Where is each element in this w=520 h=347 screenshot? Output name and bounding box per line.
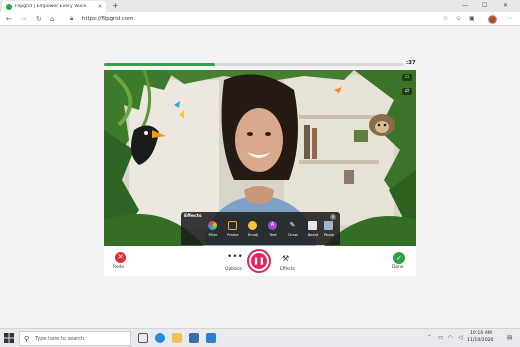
- volume-icon[interactable]: ◁: [458, 334, 462, 342]
- done-label: Done: [392, 265, 404, 270]
- store-icon[interactable]: [189, 333, 199, 343]
- browser-toolbar: ← → ↻ ⌂ 🔒︎ https://flipgrid.com ☆ ✩ ▣ ⋯: [0, 12, 520, 26]
- new-tab-button[interactable]: +: [112, 1, 119, 11]
- effect-label: Photo: [323, 233, 335, 237]
- effect-label: Draw: [288, 233, 298, 237]
- mail-icon[interactable]: [206, 333, 216, 343]
- forward-icon[interactable]: →: [21, 14, 27, 24]
- edge-browser-icon[interactable]: [155, 333, 165, 343]
- effects-panel-title: Effects: [184, 214, 202, 219]
- tab-title: Flipgrid | Empower Every Voice: [15, 4, 87, 9]
- effects-label: Effects: [280, 267, 295, 272]
- effect-label: Frame: [227, 233, 239, 237]
- filter-icon: [208, 221, 217, 230]
- search-placeholder: Type here to search: [35, 336, 85, 342]
- effect-emoji-button[interactable]: Emoji: [245, 221, 261, 241]
- effect-photo-button[interactable]: Photo: [321, 221, 337, 241]
- refresh-icon[interactable]: ↻: [36, 14, 42, 24]
- wifi-icon[interactable]: ◠: [448, 334, 453, 342]
- effect-filter-button[interactable]: Filter: [205, 221, 221, 241]
- options-label: Options: [225, 267, 242, 272]
- recording-progress-fill: [104, 63, 215, 66]
- redo-button[interactable]: ✕: [115, 252, 126, 263]
- tab-close-icon[interactable]: ✕: [98, 4, 102, 10]
- taskbar-search-box[interactable]: ⚲ Type here to search: [19, 331, 131, 346]
- effect-board-button[interactable]: Board: [305, 221, 321, 241]
- home-icon[interactable]: ⌂: [50, 14, 54, 24]
- close-window-button[interactable]: ✕: [503, 2, 508, 10]
- recording-timer: :37: [406, 60, 416, 66]
- effect-label: Text: [269, 233, 277, 237]
- more-menu-icon[interactable]: ⋯: [506, 15, 512, 23]
- emoji-icon: [248, 221, 257, 230]
- collections-icon[interactable]: ▣: [469, 15, 475, 23]
- board-icon: [308, 221, 317, 230]
- frame-icon: [228, 221, 237, 230]
- taskbar-clock-time[interactable]: 10:10 AM: [470, 331, 492, 336]
- profile-avatar[interactable]: [488, 15, 497, 24]
- effects-close-icon[interactable]: ✕: [330, 214, 336, 220]
- favorites-icon[interactable]: ✩: [456, 15, 461, 23]
- address-bar[interactable]: https://flipgrid.com: [82, 16, 133, 22]
- flipgrid-favicon: [6, 3, 12, 10]
- notifications-icon[interactable]: ▤: [507, 334, 512, 342]
- camera-preview: Effects ✕ Filter Frame Emoji A Text ✎ Dr…: [104, 70, 416, 246]
- windows-start-icon[interactable]: [4, 333, 14, 343]
- text-icon: A: [268, 221, 277, 230]
- search-icon: ⚲: [24, 335, 30, 343]
- minimize-button[interactable]: —: [462, 2, 468, 10]
- browser-tab[interactable]: Flipgrid | Empower Every Voice ✕: [2, 1, 106, 12]
- redo-label: Redo: [113, 265, 125, 270]
- pencil-icon: ✎: [289, 221, 296, 229]
- effect-draw-button[interactable]: ✎ Draw: [285, 221, 301, 241]
- effect-text-button[interactable]: A Text: [265, 221, 281, 241]
- done-button[interactable]: ✓: [393, 252, 405, 264]
- tray-chevron-icon[interactable]: ˄: [428, 334, 431, 342]
- taskbar-clock-date[interactable]: 11/10/2020: [467, 338, 493, 343]
- photo-icon: [324, 221, 333, 230]
- maximize-button[interactable]: ☐: [482, 2, 487, 10]
- windows-taskbar: ⚲ Type here to search ˄ ▭ ◠ ◁ 10:10 AM 1…: [0, 328, 520, 347]
- favorite-star-icon[interactable]: ☆: [443, 15, 448, 23]
- file-explorer-icon[interactable]: [172, 333, 182, 343]
- effect-label: Filter: [208, 233, 218, 237]
- browser-tab-strip: Flipgrid | Empower Every Voice ✕ + — ☐ ✕: [0, 0, 520, 12]
- options-icon[interactable]: •••: [227, 253, 243, 262]
- effect-frame-button[interactable]: Frame: [225, 221, 241, 241]
- effects-panel: Effects ✕ Filter Frame Emoji A Text ✎ Dr…: [181, 212, 340, 245]
- mirror-camera-icon[interactable]: ▭: [402, 74, 412, 81]
- back-icon[interactable]: ←: [6, 14, 12, 24]
- pause-button[interactable]: ❚❚: [251, 253, 267, 269]
- task-view-icon[interactable]: [138, 333, 148, 343]
- switch-camera-icon[interactable]: ⇄: [402, 88, 412, 95]
- effect-label: Emoji: [248, 233, 258, 237]
- effects-wand-icon[interactable]: ⚒: [282, 254, 289, 263]
- lock-icon: 🔒︎: [70, 15, 74, 22]
- network-icon[interactable]: ▭: [438, 334, 443, 342]
- recording-progress-bar: [104, 63, 404, 66]
